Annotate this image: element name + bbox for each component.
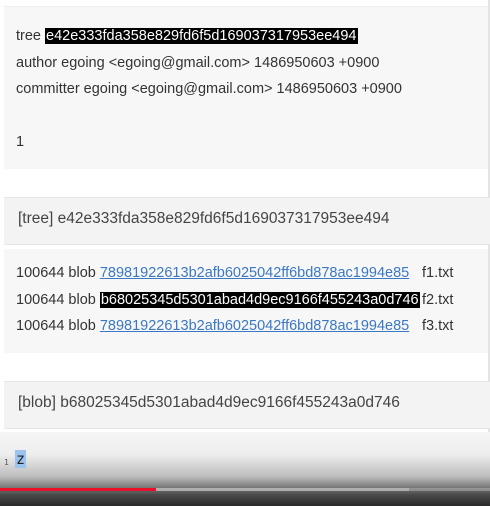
video-progress-bar[interactable] — [0, 488, 490, 491]
tree-entry-mode-type: 100644 blob — [16, 292, 96, 308]
commit-tree-line: tree e42e333fda358e829fd6f5d169037317953… — [16, 26, 358, 46]
blob-section-header: [blob] b68025345d5301abad4d9ec9166f45524… — [4, 381, 490, 429]
tree-entry-mode-type: 100644 blob — [16, 265, 96, 281]
tree-entries-panel: 100644 blob 78981922613b2afb6025042ff6bd… — [4, 249, 488, 353]
commit-committer-line: committer egoing <egoing@gmail.com> 1486… — [16, 81, 402, 97]
tree-entry-mode-type: 100644 blob — [16, 318, 96, 334]
blob-section-title: [blob] b68025345d5301abad4d9ec9166f45524… — [18, 394, 400, 411]
video-progress-played — [0, 488, 156, 491]
tree-entry-hash-link[interactable]: 78981922613b2afb6025042ff6bd878ac1994e85 — [100, 265, 409, 281]
commit-tree-label: tree — [16, 28, 41, 44]
tree-entry-row: 100644 blob b68025345d5301abad4d9ec9166f… — [16, 290, 453, 310]
tree-section-title: [tree] e42e333fda358e829fd6f5d1690373179… — [18, 210, 390, 227]
blob-content-text[interactable]: z — [15, 450, 27, 468]
tree-entry-row: 100644 blob 78981922613b2afb6025042ff6bd… — [16, 263, 453, 283]
blob-content-editor[interactable]: 1 z — [0, 432, 490, 506]
line-number: 1 — [4, 458, 9, 467]
tree-entry-filename: f1.txt — [422, 265, 454, 281]
tree-entry-hash-link[interactable]: 78981922613b2afb6025042ff6bd878ac1994e85 — [100, 318, 409, 334]
commit-tree-hash[interactable]: e42e333fda358e829fd6f5d169037317953ee494 — [45, 28, 358, 44]
tree-entry-hash-highlighted[interactable]: b68025345d5301abad4d9ec9166f455243a0d746 — [99, 292, 420, 308]
tree-entry-row: 100644 blob 78981922613b2afb6025042ff6bd… — [16, 316, 453, 336]
commit-author-line: author egoing <egoing@gmail.com> 1486950… — [16, 55, 380, 71]
tree-section-header: [tree] e42e333fda358e829fd6f5d1690373179… — [4, 197, 490, 245]
commit-object-panel: tree e42e333fda358e829fd6f5d169037317953… — [4, 6, 488, 169]
tree-entry-filename: f3.txt — [422, 318, 454, 334]
tree-entry-filename: f2.txt — [422, 292, 454, 308]
commit-message: 1 — [16, 134, 25, 150]
